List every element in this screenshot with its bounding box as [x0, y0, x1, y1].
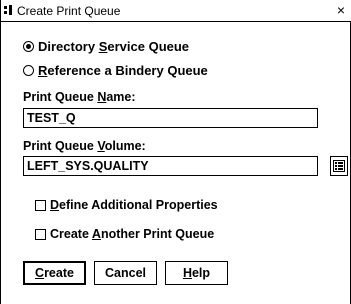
radio-indicator[interactable]	[23, 40, 34, 52]
create-print-queue-dialog: Create Print Queue × Directory Service Q…	[0, 0, 351, 304]
create-button[interactable]: Create	[23, 261, 86, 285]
define-additional-properties-checkbox[interactable]: Define Additional Properties	[35, 197, 218, 213]
create-another-queue-checkbox[interactable]: Create Another Print Queue	[35, 226, 214, 242]
directory-service-queue-radio[interactable]: Directory Service Queue	[23, 38, 189, 54]
queue-name-label: Print Queue Name:	[23, 90, 136, 104]
radio-indicator[interactable]	[23, 64, 34, 76]
checkbox-indicator[interactable]	[35, 199, 46, 211]
help-button-label: Help	[182, 266, 211, 280]
checkbox-label: Create Another Print Queue	[50, 227, 215, 241]
printer-queue-icon	[4, 5, 12, 15]
cancel-button[interactable]: Cancel	[94, 261, 157, 285]
title-bar[interactable]: Create Print Queue ×	[1, 0, 351, 22]
checkbox-indicator[interactable]	[35, 228, 46, 240]
close-button[interactable]: ×	[334, 2, 348, 18]
cancel-button-label: Cancel	[105, 266, 146, 280]
queue-volume-input[interactable]: LEFT_SYS.QUALITY	[23, 156, 318, 176]
window-title: Create Print Queue	[17, 4, 121, 18]
radio-label: Directory Service Queue	[38, 38, 190, 54]
queue-volume-label: Print Queue Volume:	[23, 139, 146, 153]
checkbox-label: Define Additional Properties	[50, 198, 218, 212]
queue-name-input[interactable]: TEST_Q	[23, 108, 318, 128]
create-button-label: Create	[35, 266, 74, 280]
browse-volume-button[interactable]	[330, 156, 348, 176]
tree-browse-icon	[333, 160, 345, 172]
radio-label: Reference a Bindery Queue	[38, 62, 208, 78]
bindery-queue-radio[interactable]: Reference a Bindery Queue	[23, 62, 208, 78]
help-button[interactable]: Help	[165, 261, 228, 285]
